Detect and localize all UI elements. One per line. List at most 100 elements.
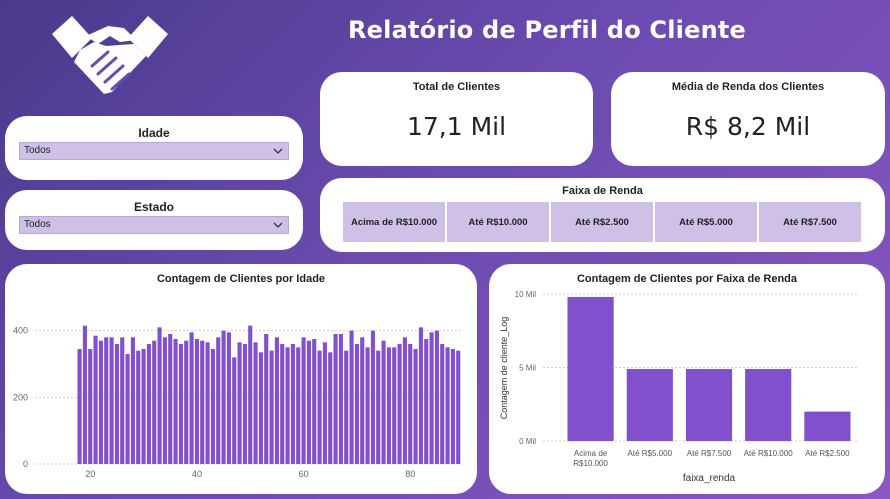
bar[interactable]	[104, 337, 109, 464]
bar[interactable]	[402, 337, 407, 464]
bar[interactable]	[216, 337, 221, 464]
bar[interactable]	[205, 342, 210, 464]
bar[interactable]	[301, 337, 306, 464]
bar[interactable]	[237, 342, 242, 464]
bar[interactable]	[226, 332, 231, 464]
idade-slicer: Idade Todos	[5, 116, 303, 180]
bar[interactable]	[146, 344, 151, 464]
bar[interactable]	[338, 334, 343, 464]
bar[interactable]	[804, 411, 851, 441]
bar[interactable]	[242, 344, 247, 464]
bar[interactable]	[285, 347, 290, 464]
bar[interactable]	[114, 344, 119, 464]
bar[interactable]	[413, 349, 418, 464]
bar[interactable]	[440, 344, 445, 464]
bar[interactable]	[280, 344, 285, 464]
idade-dropdown[interactable]: Todos	[19, 142, 289, 160]
total-clientes-card: Total de Clientes 17,1 Mil	[320, 72, 593, 166]
bar[interactable]	[685, 368, 733, 441]
bar[interactable]	[157, 327, 162, 464]
bar[interactable]	[173, 339, 178, 464]
bar[interactable]	[626, 368, 673, 441]
bar[interactable]	[456, 350, 461, 464]
bar[interactable]	[376, 350, 381, 464]
bar[interactable]	[344, 350, 349, 464]
chevron-down-icon	[273, 222, 283, 228]
bar[interactable]	[168, 334, 173, 464]
x-tick-label: 20	[85, 469, 95, 479]
bar[interactable]	[360, 337, 365, 464]
bar[interactable]	[194, 339, 199, 464]
bar[interactable]	[397, 344, 402, 464]
x-tick-label: 60	[299, 469, 309, 479]
bar[interactable]	[269, 350, 274, 464]
bar[interactable]	[333, 334, 338, 464]
bar[interactable]	[82, 325, 87, 464]
bar[interactable]	[450, 349, 455, 464]
bar[interactable]	[370, 330, 375, 464]
bar[interactable]	[210, 349, 215, 464]
bar[interactable]	[93, 335, 98, 464]
bar[interactable]	[88, 349, 93, 464]
bar[interactable]	[200, 340, 205, 464]
bar[interactable]	[184, 340, 189, 464]
bar[interactable]	[365, 347, 370, 464]
bar[interactable]	[567, 296, 614, 441]
bar[interactable]	[152, 340, 157, 464]
bar[interactable]	[354, 344, 359, 464]
bar[interactable]	[306, 340, 311, 464]
bar[interactable]	[434, 330, 439, 464]
bar[interactable]	[109, 337, 114, 464]
bar[interactable]	[141, 349, 146, 464]
x-tick-label: 40	[192, 469, 202, 479]
estado-dropdown[interactable]: Todos	[19, 216, 289, 234]
x-tick-label: 80	[405, 469, 415, 479]
faixa-option-ate-10000[interactable]: Até R$10.000	[447, 202, 551, 242]
bar[interactable]	[386, 347, 391, 464]
bar[interactable]	[264, 334, 269, 464]
bar[interactable]	[125, 354, 130, 464]
bar[interactable]	[328, 352, 333, 464]
faixa-option-ate-7500[interactable]: Até R$7.500	[759, 202, 861, 242]
bar[interactable]	[130, 337, 135, 464]
bar[interactable]	[98, 340, 103, 464]
bar[interactable]	[296, 347, 301, 464]
media-renda-value: R$ 8,2 Mil	[685, 112, 811, 141]
bar[interactable]	[120, 337, 125, 464]
bar[interactable]	[189, 332, 194, 464]
bar[interactable]	[349, 330, 354, 464]
bar[interactable]	[136, 350, 141, 464]
y-tick-label: 400	[13, 326, 28, 336]
bar[interactable]	[392, 347, 397, 464]
bar[interactable]	[77, 349, 82, 464]
bar[interactable]	[232, 357, 237, 464]
bar[interactable]	[290, 344, 295, 464]
bar[interactable]	[745, 368, 792, 441]
bar[interactable]	[381, 340, 386, 464]
renda-chart-card: Contagem de Clientes por Faixa de Renda …	[489, 264, 885, 494]
x-tick-label: Até R$10.000	[744, 449, 793, 458]
x-axis-label: faixa_renda	[683, 473, 736, 484]
bar[interactable]	[258, 352, 263, 464]
estado-slicer: Estado Todos	[5, 190, 303, 250]
bar[interactable]	[322, 342, 327, 464]
bar[interactable]	[162, 337, 167, 464]
bar[interactable]	[248, 325, 253, 464]
bar[interactable]	[178, 344, 183, 464]
faixa-option-ate-5000[interactable]: Até R$5.000	[655, 202, 759, 242]
bar[interactable]	[312, 339, 317, 464]
bar[interactable]	[424, 339, 429, 464]
bar[interactable]	[429, 332, 434, 464]
idade-slicer-title: Idade	[138, 126, 170, 140]
faixa-option-ate-2500[interactable]: Até R$2.500	[551, 202, 655, 242]
y-axis-label: Contagem de cliente_Log	[499, 317, 509, 420]
bar[interactable]	[221, 330, 226, 464]
bar[interactable]	[253, 342, 258, 464]
total-clientes-value: 17,1 Mil	[406, 112, 507, 141]
bar[interactable]	[408, 344, 413, 464]
bar[interactable]	[317, 350, 322, 464]
faixa-option-acima-10000[interactable]: Acima de R$10.000	[343, 202, 447, 242]
bar[interactable]	[445, 347, 450, 464]
bar[interactable]	[274, 337, 279, 464]
bar[interactable]	[418, 327, 423, 464]
